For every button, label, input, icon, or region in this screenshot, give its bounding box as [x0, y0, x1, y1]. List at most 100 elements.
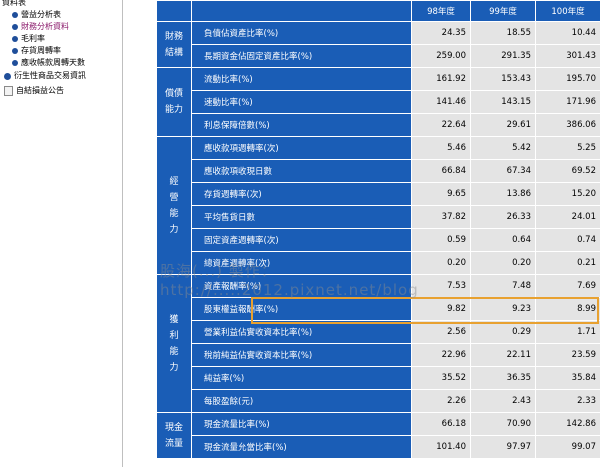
- value-cell: 99.07: [535, 435, 600, 459]
- value-cell: 7.48: [470, 274, 536, 298]
- row-label: 平均售貨日數: [191, 205, 412, 229]
- sidebar-item[interactable]: 毛利率: [12, 33, 45, 45]
- table-row: 應收款項收現日數 66.84 67.34 69.52: [157, 159, 600, 183]
- value-cell: 301.43: [535, 44, 600, 68]
- category-cell: 償債 能力: [156, 67, 192, 137]
- table-row: 稅前純益佔實收資本比率(%) 22.96 22.11 23.59: [157, 343, 600, 367]
- value-cell: 171.96: [535, 90, 600, 114]
- row-label: 速動比率(%): [191, 90, 412, 114]
- row-label: 營業利益佔實收資本比率(%): [191, 320, 412, 344]
- value-cell: 7.53: [411, 274, 471, 298]
- table-row: 經 營 能 力應收款項週轉率(次) 5.46 5.42 5.25: [156, 136, 600, 275]
- value-cell: 67.34: [470, 159, 536, 183]
- value-cell: 0.74: [535, 228, 600, 252]
- sidebar: 資料表營益分析表財務分析資料 毛利率 存貨周轉率應收帳款周轉天數 衍生性商品交易資訊自…: [0, 0, 123, 467]
- table-row: 長期資金佔固定資產比率(%) 259.00 291.35 301.43: [157, 44, 600, 68]
- value-cell: 2.43: [470, 389, 536, 413]
- value-cell: 37.82: [411, 205, 471, 229]
- value-cell: 291.35: [470, 44, 536, 68]
- sidebar-item-label: 存貨周轉率: [21, 46, 61, 55]
- row-label: 應收款項週轉率(次): [191, 136, 412, 160]
- sidebar-item-label: 衍生性商品交易資訊: [14, 71, 86, 80]
- bullet-icon: [12, 48, 18, 54]
- sidebar-item-label: 資料表: [2, 0, 26, 7]
- value-cell: 2.56: [411, 320, 471, 344]
- row-label: 負債佔資產比率(%): [191, 21, 412, 45]
- value-cell: 24.01: [535, 205, 600, 229]
- value-cell: 10.44: [535, 21, 600, 45]
- value-cell: 0.59: [411, 228, 471, 252]
- sidebar-item-label: 應收帳款周轉天數: [21, 58, 85, 67]
- value-cell: 141.46: [411, 90, 471, 114]
- value-cell: 22.96: [411, 343, 471, 367]
- sidebar-item[interactable]: 衍生性商品交易資訊: [4, 70, 86, 82]
- table-row: 營業利益佔實收資本比率(%) 2.56 0.29 1.71: [157, 320, 600, 344]
- value-cell: 153.43: [470, 67, 536, 91]
- table-row: 總資產週轉率(次) 0.20 0.20 0.21: [157, 251, 600, 275]
- header-year-98: 98年度: [411, 0, 471, 22]
- sidebar-item[interactable]: 營益分析表: [12, 9, 61, 21]
- value-cell: 70.90: [470, 412, 536, 436]
- category-cell: 財務 結構: [156, 21, 192, 68]
- value-cell: 22.64: [411, 113, 471, 137]
- value-cell: 143.15: [470, 90, 536, 114]
- bullet-icon: [12, 12, 18, 18]
- value-cell: 18.55: [470, 21, 536, 45]
- sidebar-item-label: 營益分析表: [21, 10, 61, 19]
- value-cell: 29.61: [470, 113, 536, 137]
- sidebar-item[interactable]: 財務分析資料: [12, 21, 69, 33]
- document-icon: [4, 86, 13, 96]
- value-cell: 5.42: [470, 136, 536, 160]
- row-label: 總資產週轉率(次): [191, 251, 412, 275]
- financial-analysis-table: 98年度 99年度 100年度 財務 結構 負債佔資產比率(%) 24.35 18.5…: [156, 0, 600, 459]
- value-cell: 0.29: [470, 320, 536, 344]
- value-cell: 1.71: [535, 320, 600, 344]
- sidebar-item[interactable]: 存貨周轉率: [12, 45, 61, 57]
- row-label: 現金流量允當比率(%): [191, 435, 412, 459]
- sidebar-item[interactable]: 資料表: [2, 0, 26, 9]
- value-cell: 23.59: [535, 343, 600, 367]
- value-cell: 259.00: [411, 44, 471, 68]
- table-row: 償債 能力 流動比率(%) 161.92 153.43 195.70: [156, 67, 600, 137]
- table-row: 平均售貨日數 37.82 26.33 24.01: [157, 205, 600, 229]
- category-cell: 獲 利 能 力: [156, 274, 192, 413]
- value-cell: 5.25: [535, 136, 600, 160]
- value-cell: 7.69: [535, 274, 600, 298]
- table-row: 固定資產週轉率(次) 0.59 0.64 0.74: [157, 228, 600, 252]
- value-cell: 35.52: [411, 366, 471, 390]
- table-row: 財務 結構 負債佔資產比率(%) 24.35 18.55 10.44: [156, 21, 600, 68]
- value-cell: 0.21: [535, 251, 600, 275]
- row-label: 存貨週轉率(次): [191, 182, 412, 206]
- value-cell: 2.26: [411, 389, 471, 413]
- value-cell: 69.52: [535, 159, 600, 183]
- value-cell: 101.40: [411, 435, 471, 459]
- header-year-100: 100年度: [535, 0, 600, 22]
- value-cell: 386.06: [535, 113, 600, 137]
- table-body: 財務 結構 負債佔資產比率(%) 24.35 18.55 10.44 長期資金佔固定資產比…: [156, 21, 600, 459]
- table-row: 獲 利 能 力資產報酬率(%) 7.53 7.48 7.69: [156, 274, 600, 413]
- row-label: 固定資產週轉率(次): [191, 228, 412, 252]
- sidebar-item[interactable]: 自結損益公告: [4, 85, 64, 97]
- table-row: 利息保障倍數(%) 22.64 29.61 386.06: [157, 113, 600, 137]
- header-corner: [156, 0, 192, 22]
- row-label: 應收款項收現日數: [191, 159, 412, 183]
- value-cell: 66.18: [411, 412, 471, 436]
- table-header-row: 98年度 99年度 100年度: [156, 0, 600, 22]
- value-cell: 15.20: [535, 182, 600, 206]
- value-cell: 36.35: [470, 366, 536, 390]
- value-cell: 35.84: [535, 366, 600, 390]
- value-cell: 0.64: [470, 228, 536, 252]
- table-row: 現金流量允當比率(%) 101.40 97.97 99.07: [157, 435, 600, 459]
- row-label: 利息保障倍數(%): [191, 113, 412, 137]
- value-cell: 2.33: [535, 389, 600, 413]
- row-label: 股東權益報酬率(%): [191, 297, 412, 321]
- row-label: 稅前純益佔實收資本比率(%): [191, 343, 412, 367]
- sidebar-item-label: 自結損益公告: [16, 86, 64, 95]
- value-cell: 24.35: [411, 21, 471, 45]
- table-row: 純益率(%) 35.52 36.35 35.84: [157, 366, 600, 390]
- value-cell: 142.86: [535, 412, 600, 436]
- value-cell: 0.20: [411, 251, 471, 275]
- financial-analysis-table-area: 98年度 99年度 100年度 財務 結構 負債佔資產比率(%) 24.35 18.5…: [156, 0, 600, 467]
- sidebar-item[interactable]: 應收帳款周轉天數: [12, 57, 85, 69]
- value-cell: 13.86: [470, 182, 536, 206]
